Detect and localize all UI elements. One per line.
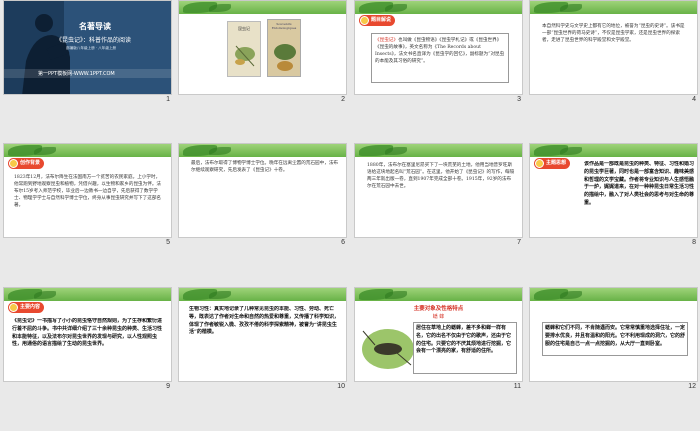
- slide-thumbnail-2[interactable]: 昆虫记 Souvenirs Entomologiques 2: [178, 0, 347, 105]
- slide-number: 10: [337, 383, 345, 390]
- slide-thumbnail-6[interactable]: 最后，法布尔取得了博物学博士学位。晚年在远离尘嚣的荒石园中，法布尔继续观察研究，…: [178, 143, 347, 248]
- slide-number: 5: [166, 239, 170, 246]
- header-band: [530, 288, 697, 301]
- slide-title: 主要对象及性格特点: [413, 306, 464, 312]
- section-badge: 创作背景: [8, 158, 45, 169]
- slide-canvas: 名著导读 《昆虫记》：科普作品的阅读 部编版八年级上册 · 八年级上册 第一PP…: [3, 0, 172, 95]
- slide-thumbnail-8[interactable]: 主题思想 该作品是一部既是昆虫的种类、特征、习性和婚习的昆虫学巨著，同时也是一部…: [529, 143, 698, 248]
- slide-canvas: 主要对象及性格特点 蟋 蟀 居住在草地上的蟋蟀，差不多和蝉一样有名，它的出名不仅…: [354, 287, 523, 382]
- slide-canvas: 主要内容 《昆虫记》一书描写了小小的昆虫恪守自然规则，为了生存和繁衍进行着不屈的…: [3, 287, 172, 382]
- badge-bullet-icon: [9, 159, 18, 168]
- slide-body-text: 《昆虫记》也叫做《昆虫物语》《昆虫学札记》或《昆虫世界》《昆虫的故事》，英文名称…: [371, 33, 509, 83]
- slide-thumbnail-grid: 名著导读 《昆虫记》：科普作品的阅读 部编版八年级上册 · 八年级上册 第一PP…: [0, 0, 700, 431]
- header-band: [179, 144, 346, 157]
- slide-number: 7: [517, 239, 521, 246]
- slide-canvas: 生物习性：真实地记录了几种常见昆虫的本能、习性、劳动、死亡等，既表达了作者对生命…: [178, 287, 347, 382]
- badge-bullet-icon: [535, 159, 544, 168]
- slide-body-text: 居住在草地上的蟋蟀，差不多和蝉一样有名，它的出名不仅由于它的歌声，还由于它的住宅…: [413, 322, 517, 374]
- cricket-photo: [362, 329, 414, 369]
- slide-subtitle: 蟋 蟀: [432, 314, 445, 320]
- slide-body-text: 《昆虫记》一书描写了小小的昆虫恪守自然规则，为了生存和繁衍进行着不屈的斗争。书中…: [12, 318, 163, 348]
- slide-body-text: 最后，法布尔取得了博物学博士学位。晚年在远离尘嚣的荒石园中，法布尔继续观察研究，…: [191, 161, 339, 174]
- badge-label: 创作背景: [20, 160, 41, 166]
- header-band: [4, 144, 171, 157]
- badge-label: 题目解说: [371, 17, 392, 23]
- slide-canvas: 昆虫记 Souvenirs Entomologiques: [178, 0, 347, 95]
- book-cover-title: Souvenirs Entomologiques: [271, 22, 297, 30]
- insect-illustration-icon: [235, 45, 255, 67]
- slide-thumbnail-7[interactable]: 1880年，法布尔在塞里尼昂买下了一块荒芜的土地，他用当地普罗旺斯语给这块地起名…: [354, 143, 523, 248]
- header-band: [355, 288, 522, 301]
- slide-canvas: 主题思想 该作品是一部既是昆虫的种类、特征、习性和婚习的昆虫学巨著，同时也是一部…: [529, 143, 698, 238]
- slide-number: 2: [341, 96, 345, 103]
- slide-thumbnail-5[interactable]: 创作背景 1823年12月，法布尔降生在法国南方一个贫苦的农民家庭。上小学时，他…: [3, 143, 172, 248]
- slide-canvas: 创作背景 1823年12月，法布尔降生在法国南方一个贫苦的农民家庭。上小学时，他…: [3, 143, 172, 238]
- insect-illustration-icon: [274, 44, 296, 71]
- book-cover-2: Souvenirs Entomologiques: [267, 19, 301, 77]
- slide-thumbnail-3[interactable]: 题目解说 《昆虫记》也叫做《昆虫物语》《昆虫学札记》或《昆虫世界》《昆虫的故事》…: [354, 0, 523, 105]
- slide-thumbnail-12[interactable]: 蟋蟀和它们不同，不肯随遇而安。它常常慎重地选择住址，一定要排水优良，并且有温和的…: [529, 287, 698, 392]
- slide-number: 6: [341, 239, 345, 246]
- badge-label: 主题思想: [546, 160, 567, 166]
- slide-canvas: 题目解说 《昆虫记》也叫做《昆虫物语》《昆虫学札记》或《昆虫世界》《昆虫的故事》…: [354, 0, 523, 95]
- slide-canvas: 最后，法布尔取得了博物学博士学位。晚年在远离尘嚣的荒石园中，法布尔继续观察研究，…: [178, 143, 347, 238]
- slide-number: 8: [692, 239, 696, 246]
- section-badge: 主要内容: [8, 302, 45, 313]
- slide-body-text: 该作品是一部既是昆虫的种类、特征、习性和婚习的昆虫学巨著，同时也是一部富含知识、…: [584, 161, 694, 206]
- slide-number: 1: [166, 96, 170, 103]
- badge-bullet-icon: [9, 303, 18, 312]
- slide-thumbnail-1[interactable]: 名著导读 《昆虫记》：科普作品的阅读 部编版八年级上册 · 八年级上册 第一PP…: [3, 0, 172, 105]
- header-band: [530, 144, 697, 157]
- slide-number: 4: [692, 96, 696, 103]
- slide-body-text: 1880年，法布尔在塞里尼昂买下了一块荒芜的土地，他用当地普罗旺斯语给这块地起名…: [367, 163, 515, 190]
- header-band: [530, 1, 697, 14]
- badge-label: 主要内容: [20, 304, 41, 310]
- header-band: [179, 288, 346, 301]
- slide-thumbnail-10[interactable]: 生物习性：真实地记录了几种常见昆虫的本能、习性、劳动、死亡等，既表达了作者对生命…: [178, 287, 347, 392]
- slide-number: 9: [166, 383, 170, 390]
- book-cover-title: 昆虫记: [238, 26, 250, 31]
- slide-number: 11: [513, 383, 521, 390]
- slide-body-text: 本自然科学史与文学史上都有它的地位，被誉为“昆虫的史诗”。该书是一部“昆虫世界的…: [542, 24, 685, 44]
- slide-body-text: 生物习性：真实地记录了几种常见昆虫的本能、习性、劳动、死亡等，既表达了作者对生命…: [189, 306, 339, 336]
- slide-number: 3: [517, 96, 521, 103]
- footer-text: 第一PPT模板网-WWW.1PPT.COM: [38, 71, 115, 77]
- section-badge: 题目解说: [359, 15, 396, 26]
- slide-thumbnail-9[interactable]: 主要内容 《昆虫记》一书描写了小小的昆虫恪守自然规则，为了生存和繁衍进行着不屈的…: [3, 287, 172, 392]
- book-cover-1: 昆虫记: [227, 21, 261, 77]
- header-band: [355, 144, 522, 157]
- header-band: [4, 288, 171, 301]
- slide-thumbnail-11[interactable]: 主要对象及性格特点 蟋 蟀 居住在草地上的蟋蟀，差不多和蝉一样有名，它的出名不仅…: [354, 287, 523, 392]
- header-band: [179, 1, 346, 14]
- header-band: [355, 1, 522, 14]
- slide-subtitle: 《昆虫记》：科普作品的阅读: [56, 37, 132, 44]
- slide-body-text: 蟋蟀和它们不同，不肯随遇而安。它常常慎重地选择住址，一定要排水优良，并且有温和的…: [542, 322, 688, 356]
- badge-bullet-icon: [360, 16, 369, 25]
- slide-canvas: 1880年，法布尔在塞里尼昂买下了一块荒芜的土地，他用当地普罗旺斯语给这块地起名…: [354, 143, 523, 238]
- slide-thumbnail-4[interactable]: 本自然科学史与文学史上都有它的地位，被誉为“昆虫的史诗”。该书是一部“昆虫世界的…: [529, 0, 698, 105]
- slide-body-text: 1823年12月，法布尔降生在法国南方一个贫苦的农民家庭。上小学时，他常跑到野地…: [14, 175, 162, 209]
- slide-canvas: 本自然科学史与文学史上都有它的地位，被誉为“昆虫的史诗”。该书是一部“昆虫世界的…: [529, 0, 698, 95]
- slide-title: 名著导读: [79, 22, 111, 31]
- slide-canvas: 蟋蟀和它们不同，不肯随遇而安。它常常慎重地选择住址，一定要排水优良，并且有温和的…: [529, 287, 698, 382]
- slide-number: 12: [688, 383, 696, 390]
- highlight-text: 《昆虫记》: [375, 38, 398, 43]
- slide-note: 部编版八年级上册 · 八年级上册: [66, 46, 117, 50]
- section-badge: 主题思想: [534, 158, 571, 169]
